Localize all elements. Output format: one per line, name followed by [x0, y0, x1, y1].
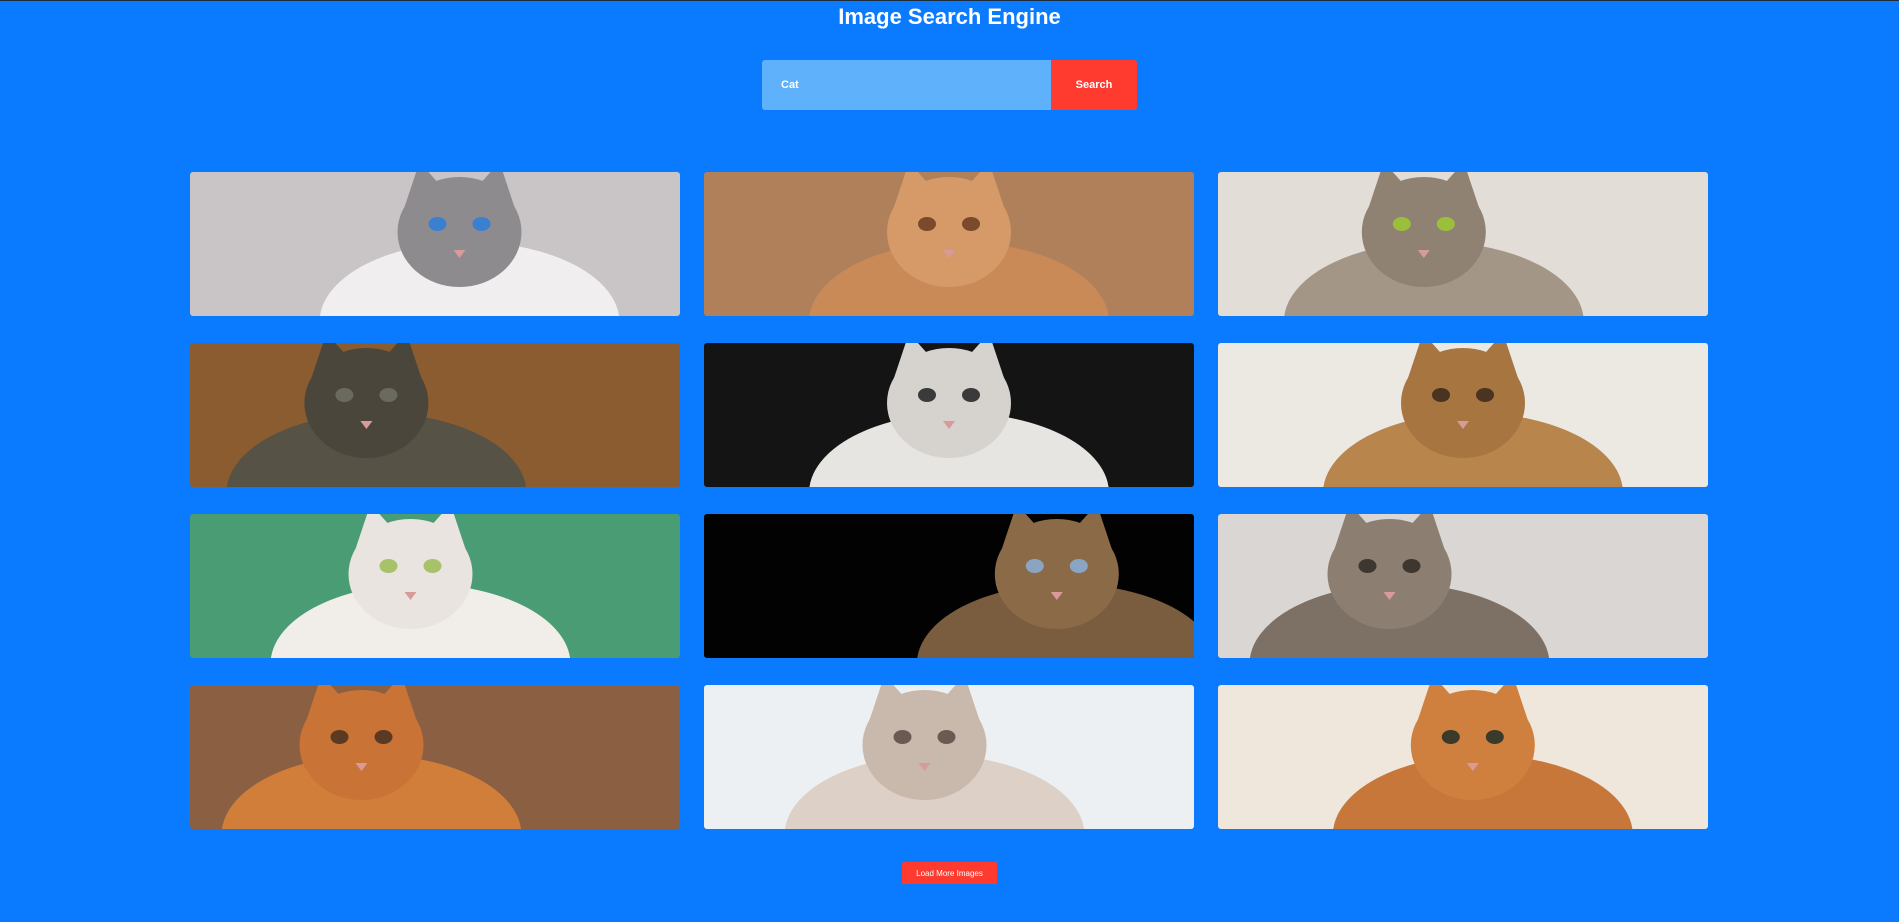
result-image-orange-longhair[interactable]: [190, 685, 680, 829]
cat-photo: [704, 514, 1194, 658]
result-image-kitten-in-blanket[interactable]: [704, 685, 1194, 829]
cat-photo: [190, 343, 680, 487]
image-results-grid: [190, 172, 1709, 829]
cat-photo: [190, 172, 680, 316]
cat-photo: [1218, 172, 1708, 316]
result-image-kitten-with-leaves[interactable]: [704, 343, 1194, 487]
cat-photo: [190, 685, 680, 829]
search-input[interactable]: [762, 60, 1051, 110]
result-image-siamese-cat[interactable]: [190, 172, 680, 316]
cat-photo: [1218, 343, 1708, 487]
result-image-orange-cat-stretching[interactable]: [1218, 685, 1708, 829]
cat-photo: [704, 172, 1194, 316]
result-image-bengal-cat-kitchen[interactable]: [1218, 343, 1708, 487]
search-button[interactable]: Search: [1051, 60, 1137, 110]
result-image-grey-cat-on-wood[interactable]: [190, 343, 680, 487]
cat-photo: [704, 685, 1194, 829]
cat-photo: [704, 343, 1194, 487]
page-title: Image Search Engine: [838, 4, 1061, 29]
top-border: [0, 0, 1899, 1]
cat-photo: [190, 514, 680, 658]
load-more-button[interactable]: Load More Images: [902, 862, 997, 884]
result-image-fluffy-tabby[interactable]: [1218, 172, 1708, 316]
result-image-tabby-with-hand[interactable]: [1218, 514, 1708, 658]
result-image-black-white-cat[interactable]: [190, 514, 680, 658]
cat-photo: [1218, 514, 1708, 658]
cat-photo: [1218, 685, 1708, 829]
search-form: Search: [762, 60, 1137, 110]
result-image-ginger-cat-sleeping[interactable]: [704, 172, 1194, 316]
result-image-tabby-closeup-dark[interactable]: [704, 514, 1194, 658]
